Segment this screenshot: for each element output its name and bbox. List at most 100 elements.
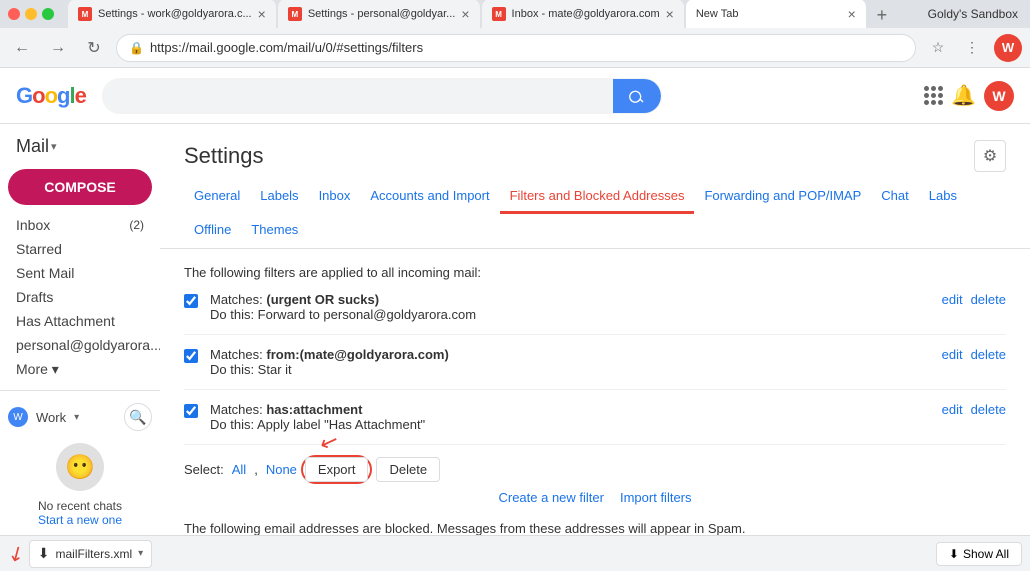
close-button[interactable]: [8, 8, 20, 20]
gmail-content: Google 🔔 W: [0, 68, 1030, 535]
forward-button[interactable]: →: [44, 34, 72, 62]
sidebar-item-inbox[interactable]: Inbox (2): [0, 213, 160, 237]
tab-themes[interactable]: Themes: [241, 214, 308, 248]
back-button[interactable]: ←: [8, 34, 36, 62]
compose-button[interactable]: COMPOSE: [8, 169, 152, 205]
tab-settings-personal[interactable]: M Settings - personal@goldyar... ×: [278, 0, 480, 29]
mail-label[interactable]: Mail ▾: [0, 132, 160, 161]
tab-inbox[interactable]: Inbox: [309, 180, 361, 214]
gmail-body: Mail ▾ COMPOSE Inbox (2) Starred Sent Ma…: [0, 124, 1030, 535]
filter-checkbox-3[interactable]: [184, 404, 198, 418]
minimize-button[interactable]: [25, 8, 37, 20]
filter-edit-2[interactable]: edit: [942, 347, 963, 362]
filter-edit-1[interactable]: edit: [942, 292, 963, 307]
sidebar-item-personal[interactable]: personal@goldyarora....: [0, 333, 160, 357]
tab-inbox-mate[interactable]: M Inbox - mate@goldyarora.com ×: [482, 0, 684, 29]
reload-button[interactable]: ↻: [80, 34, 108, 62]
no-chats-text: No recent chats: [8, 499, 152, 513]
filter-checkbox-1[interactable]: [184, 294, 198, 308]
select-none-link[interactable]: None: [266, 462, 297, 477]
tab-offline[interactable]: Offline: [184, 214, 241, 248]
gmail-header: Google 🔔 W: [0, 68, 1030, 124]
filter-match-2: Matches: from:(mate@goldyarora.com): [210, 347, 942, 362]
search-contacts-button[interactable]: 🔍: [124, 403, 152, 431]
apps-icon[interactable]: [924, 86, 943, 105]
tab-title-3: Inbox - mate@goldyarora.com: [512, 8, 660, 20]
search-button[interactable]: [613, 78, 661, 114]
select-all-link[interactable]: All: [232, 462, 246, 477]
nav-bar: ← → ↻ 🔒 https://mail.google.com/mail/u/0…: [0, 28, 1030, 68]
filter-details-1: Matches: (urgent OR sucks) Do this: Forw…: [210, 292, 942, 322]
account-item[interactable]: W Work ▾ 🔍: [0, 399, 160, 435]
red-arrow-download: ↙: [3, 538, 30, 568]
filter-checkbox-2[interactable]: [184, 349, 198, 363]
chat-section: 😶 No recent chats Start a new one: [0, 435, 160, 535]
download-bar: ↙ ⬇ mailFilters.xml ▾ ⬇ Show All: [0, 535, 1030, 571]
tab-general[interactable]: General: [184, 180, 250, 214]
tab-labs[interactable]: Labs: [919, 180, 967, 214]
tab-filters[interactable]: Filters and Blocked Addresses: [500, 180, 695, 214]
start-new-chat-link[interactable]: Start a new one: [8, 513, 152, 527]
settings-title: Settings: [184, 143, 264, 169]
download-file-name: mailFilters.xml: [56, 547, 133, 561]
tab-forwarding[interactable]: Forwarding and POP/IMAP: [694, 180, 871, 214]
download-file[interactable]: ⬇ mailFilters.xml ▾: [29, 540, 152, 568]
account-chevron: ▾: [74, 412, 79, 423]
tab-settings-work[interactable]: M Settings - work@goldyarora.c... ×: [68, 0, 276, 29]
filter-delete-3[interactable]: delete: [971, 402, 1006, 417]
address-bar[interactable]: 🔒 https://mail.google.com/mail/u/0/#sett…: [116, 34, 916, 62]
sidebar-item-starred[interactable]: Starred: [0, 237, 160, 261]
header-actions: 🔔 W: [924, 81, 1014, 111]
tab-close-4[interactable]: ×: [848, 6, 856, 22]
filter-row-3: Matches: has:attachment Do this: Apply l…: [184, 402, 1006, 445]
chat-avatar: 😶: [56, 443, 104, 491]
filter-edit-3[interactable]: edit: [942, 402, 963, 417]
select-export-row: ↙ Select: All , None Export Delete: [184, 457, 1006, 482]
download-chevron[interactable]: ▾: [138, 548, 143, 559]
tab-close-3[interactable]: ×: [666, 6, 674, 22]
search-input[interactable]: [103, 88, 613, 104]
sidebar-sent-label: Sent Mail: [16, 265, 74, 281]
import-filters-link[interactable]: Import filters: [620, 490, 692, 505]
bookmark-icon[interactable]: ☆: [924, 34, 952, 62]
filters-section-title: The following filters are applied to all…: [184, 265, 1006, 280]
filter-action-3: Do this: Apply label "Has Attachment": [210, 417, 942, 432]
tab-favicon-2: M: [288, 7, 302, 21]
filter-delete-2[interactable]: delete: [971, 347, 1006, 362]
show-all-label: Show All: [963, 547, 1009, 561]
tab-close-1[interactable]: ×: [258, 6, 266, 22]
delete-selected-button[interactable]: Delete: [376, 457, 440, 482]
traffic-lights: [8, 8, 54, 20]
profile-button[interactable]: W: [994, 34, 1022, 62]
sidebar-item-has-attachment[interactable]: Has Attachment: [0, 309, 160, 333]
sidebar-inbox-count: (2): [129, 218, 144, 232]
create-filter-link[interactable]: Create a new filter: [498, 490, 604, 505]
sidebar-drafts-label: Drafts: [16, 289, 53, 305]
nav-actions: ☆ ⋮: [924, 34, 986, 62]
tab-new[interactable]: New Tab ×: [686, 0, 866, 29]
more-tools-icon[interactable]: ⋮: [958, 34, 986, 62]
tab-title-2: Settings - personal@goldyar...: [308, 8, 456, 20]
notifications-icon[interactable]: 🔔: [951, 83, 976, 108]
new-tab-button[interactable]: +: [868, 1, 896, 29]
export-button[interactable]: Export: [305, 457, 369, 482]
sidebar-item-sent[interactable]: Sent Mail: [0, 261, 160, 285]
blocked-section: The following email addresses are blocke…: [184, 521, 1006, 535]
maximize-button[interactable]: [42, 8, 54, 20]
show-all-button[interactable]: ⬇ Show All: [936, 542, 1022, 566]
tab-labels[interactable]: Labels: [250, 180, 308, 214]
show-all-icon: ⬇: [949, 547, 959, 561]
sidebar-personal-label: personal@goldyarora....: [16, 337, 160, 353]
blocked-title: The following email addresses are blocke…: [184, 521, 1006, 535]
tab-accounts[interactable]: Accounts and Import: [360, 180, 499, 214]
user-avatar[interactable]: W: [984, 81, 1014, 111]
filter-delete-1[interactable]: delete: [971, 292, 1006, 307]
tab-close-2[interactable]: ×: [461, 6, 469, 22]
settings-gear-button[interactable]: ⚙: [974, 140, 1006, 172]
settings-tabs: General Labels Inbox Accounts and Import…: [160, 180, 1030, 249]
tab-chat[interactable]: Chat: [871, 180, 918, 214]
sidebar-item-drafts[interactable]: Drafts: [0, 285, 160, 309]
account-label: Work: [36, 410, 66, 425]
sidebar-more[interactable]: More ▾: [0, 357, 160, 382]
search-bar[interactable]: [102, 78, 662, 114]
